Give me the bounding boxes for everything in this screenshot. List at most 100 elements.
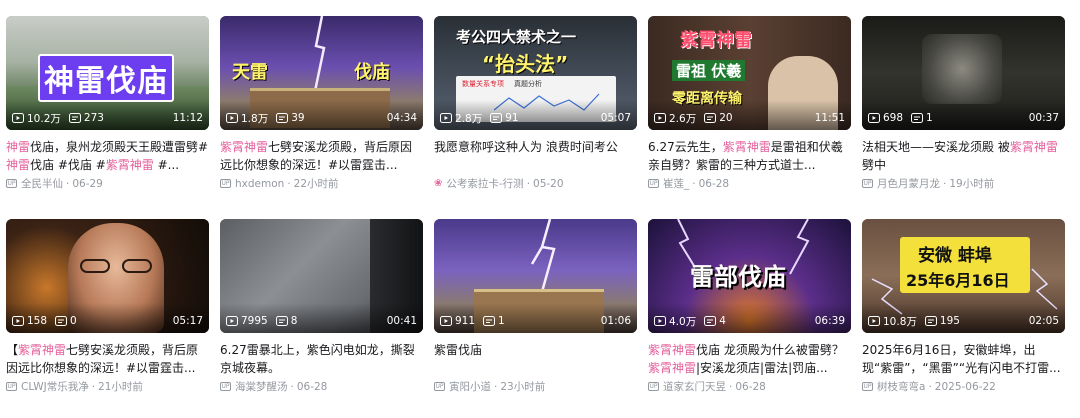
title-keyword-highlight: 紫霄神雷 [648,343,697,357]
video-title[interactable]: 【紫霄神雷七劈安溪龙须殿，背后原因远比你想象的深远！#以雷霆击... [6,341,209,377]
video-meta: ❀ 公考索拉卡-行测 · 05-20 [434,176,564,191]
video-thumbnail[interactable]: 安微 蚌埠 25年6月16日 10.8万 195 02:05 [862,219,1065,333]
title-text: 伐庙，泉州龙须殿天王殿遭雷劈# [30,140,209,154]
video-title[interactable]: 6.27云先生，紫霄神雷是雷祖和伏羲亲自劈？紫雷的三种方式道士... [648,138,851,174]
video-title[interactable]: 紫霄神雷伐庙 龙须殿为什么被雷劈？ 紫霄神雷|安溪龙须店|雷法|罚庙... [648,341,851,377]
thumbnail-caption: 安微 蚌埠 [918,246,992,266]
danmaku-count-icon [483,316,496,326]
video-title[interactable]: 法相天地——安溪龙须殿 被紫霄神雷劈中 [862,138,1065,174]
video-title[interactable]: 神雷伐庙，泉州龙须殿天王殿遭雷劈#神雷伐庙 #伐庙 #紫霄神雷 #... [6,138,209,174]
video-thumbnail[interactable]: 紫霄神雷 雷祖 伏羲 零距离传输 2.6万 20 11:51 [648,16,851,130]
video-title[interactable]: 2025年6月16日，安徽蚌埠，出现“紫雷”，“黑雷”“光有闪电不打雷... [862,341,1065,377]
video-title[interactable]: 我愿意称呼这种人为 浪费时间考公 [434,138,637,174]
title-text: 【 [6,343,19,357]
play-count-icon [440,316,452,326]
comment-count: 20 [719,112,733,124]
publish-date: 05-20 [533,177,564,190]
publish-date: 06-28 [296,380,328,393]
video-card[interactable]: 雷部伐庙 4.0万 4 06:39 紫霄神雷伐庙 龙须殿为什么被雷劈？ 紫霄神雷… [648,219,851,409]
video-card[interactable]: 考公四大禁术之一 “抬头法” 数量关系专项 真题分析 2.8万 91 05:07… [434,16,637,206]
thumbnail-caption: 考公四大禁术之一 [456,28,577,46]
video-card[interactable]: 158 0 05:17 【紫霄神雷七劈安溪龙须殿，背后原因远比你想象的深远！#以… [6,219,209,409]
thumbnail-caption: 真题分析 [514,80,542,88]
up-icon: UP [434,382,445,391]
video-thumbnail[interactable]: 天雷 伐庙 1.8万 39 04:34 [220,16,423,130]
publish-date: 06-29 [72,177,103,190]
title-keyword-highlight: 紫霄神雷 [648,361,697,375]
video-thumbnail[interactable]: 雷部伐庙 4.0万 4 06:39 [648,219,851,333]
author-name[interactable]: 月色月蒙月龙 [877,176,940,191]
author-name[interactable]: 道家玄门天昱 [663,379,726,394]
comment-count: 39 [291,112,305,124]
video-stats: 7995 8 00:41 [226,314,417,328]
video-card[interactable]: 7995 8 00:41 6.27雷暴北上，紫色闪电如龙，撕裂京城夜幕。 UP … [220,219,423,409]
title-keyword-highlight: 神雷 [6,140,31,154]
title-keyword-highlight: 紫霄神雷 [1009,140,1058,154]
video-thumbnail[interactable]: 考公四大禁术之一 “抬头法” 数量关系专项 真题分析 2.8万 91 05:07 [434,16,637,130]
play-count-icon [12,113,24,123]
video-stats: 10.2万 273 11:12 [12,111,203,125]
play-count: 4.0万 [669,315,697,328]
title-keyword-highlight: 紫霄神雷 [220,140,269,154]
thumbnail-caption: 紫霄神雷 [680,30,752,51]
up-icon: UP [6,179,17,188]
video-stats: 4.0万 4 06:39 [654,314,845,328]
thumbnail-caption: 雷祖 伏羲 [672,60,746,81]
play-count-icon [868,316,880,326]
video-thumbnail[interactable]: 7995 8 00:41 [220,219,423,333]
comment-count: 91 [505,112,519,124]
video-card[interactable]: 698 1 00:37 法相天地——安溪龙须殿 被紫霄神雷劈中 UP 月色月蒙月… [862,16,1065,206]
video-meta: UP 寅阳小道 · 23小时前 [434,379,546,394]
video-title[interactable]: 紫霄神雷七劈安溪龙须殿，背后原因远比你想象的深远！#以雷霆击... [220,138,423,174]
play-count-icon [868,113,880,123]
video-card[interactable]: 神雷伐庙 10.2万 273 11:12 神雷伐庙，泉州龙须殿天王殿遭雷劈#神雷… [6,16,209,206]
comment-count: 273 [83,112,104,124]
up-icon: UP [648,382,659,391]
danmaku-count-icon [55,316,68,326]
danmaku-count-icon [68,113,81,123]
play-count: 7995 [241,315,268,327]
danmaku-count-icon [704,316,717,326]
video-stats: 1.8万 39 04:34 [226,111,417,125]
comment-count: 1 [498,315,505,327]
comment-count: 8 [290,315,298,327]
video-meta: UP 崔莲_ · 06-28 [648,176,730,191]
title-text: |安溪龙须店|雷法|罚庙... [696,361,828,375]
video-thumbnail[interactable]: 698 1 00:37 [862,16,1065,130]
video-stats: 2.8万 91 05:07 [440,111,631,125]
video-meta: UP 道家玄门天昱 · 06-28 [648,379,766,394]
publish-date: 2025-06-22 [934,380,996,393]
title-keyword-highlight: 紫霄神雷 [722,140,771,154]
up-icon: UP [220,382,231,391]
thumbnail-caption: 数量关系专项 [462,80,504,88]
video-title[interactable]: 紫雷伐庙 [434,341,637,377]
author-name[interactable]: 崔莲_ [663,176,689,191]
thumbnail-caption: 伐庙 [354,62,390,83]
up-icon: UP [648,179,659,188]
author-name[interactable]: 树枝弯弯a [877,379,925,394]
title-text: #... [153,158,180,172]
play-count-icon [226,113,238,123]
comment-count: 195 [939,315,960,327]
title-text: 6.27雷暴北上，紫色闪电如龙，撕裂京城夜幕。 [220,343,415,375]
up-icon: UP [6,382,17,391]
video-thumbnail[interactable]: 911 1 01:06 [434,219,637,333]
author-name[interactable]: 海棠梦醒汤 [235,379,288,394]
video-card[interactable]: 天雷 伐庙 1.8万 39 04:34 紫霄神雷七劈安溪龙须殿，背后原因远比你想… [220,16,423,206]
author-name[interactable]: 全民半仙 [21,176,63,191]
video-card[interactable]: 911 1 01:06 紫雷伐庙 UP 寅阳小道 · 23小时前 [434,219,637,409]
video-title[interactable]: 6.27雷暴北上，紫色闪电如龙，撕裂京城夜幕。 [220,341,423,377]
author-name[interactable]: 寅阳小道 [449,379,491,394]
publish-date: 06-28 [735,380,766,393]
video-thumbnail[interactable]: 神雷伐庙 10.2万 273 11:12 [6,16,209,130]
title-text: 伐庙 #伐庙 # [30,158,106,172]
up-icon: UP [862,179,873,188]
video-card[interactable]: 安微 蚌埠 25年6月16日 10.8万 195 02:05 2025年6月16… [862,219,1065,409]
video-duration: 02:05 [1028,315,1059,327]
video-thumbnail[interactable]: 158 0 05:17 [6,219,209,333]
author-name[interactable]: CLWJ常乐我净 [21,379,89,394]
title-text: 我愿意称呼这种人为 浪费时间考公 [434,140,618,154]
author-name[interactable]: hxdemon [235,178,284,190]
author-name[interactable]: 公考索拉卡-行测 [446,176,523,191]
video-card[interactable]: 紫霄神雷 雷祖 伏羲 零距离传输 2.6万 20 11:51 6.27云先生，紫… [648,16,851,206]
